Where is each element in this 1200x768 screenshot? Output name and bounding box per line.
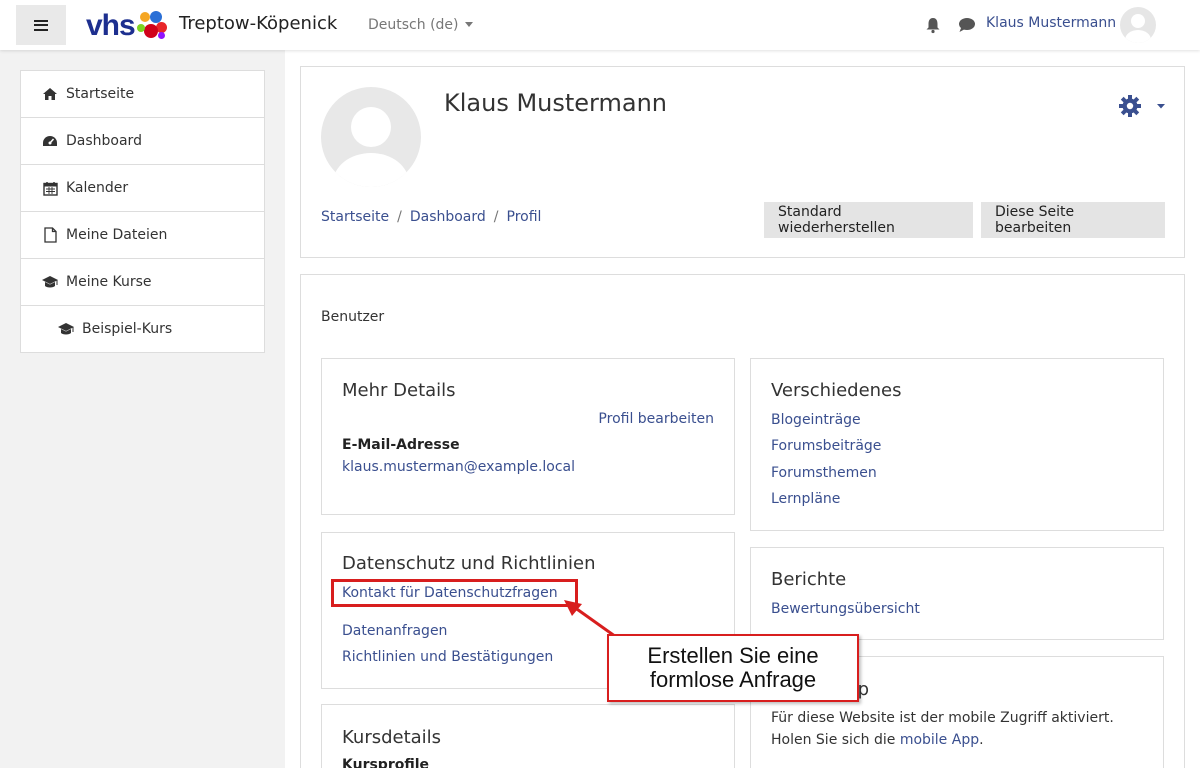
forum-topics-link[interactable]: Forumsthemen: [771, 465, 877, 481]
calendar-icon: [41, 180, 59, 196]
breadcrumb-dashboard[interactable]: Dashboard: [410, 209, 486, 225]
graduation-cap-icon: [41, 274, 59, 290]
sidebar-item-label: Meine Kurse: [66, 274, 152, 290]
menu-toggle-button[interactable]: [16, 5, 66, 45]
section-label: Benutzer: [321, 309, 385, 325]
site-name[interactable]: Treptow-Köpenick: [179, 13, 337, 34]
user-silhouette-icon: [333, 107, 409, 187]
card-title: p: [857, 679, 869, 700]
forum-posts-link[interactable]: Forumsbeiträge: [771, 438, 881, 454]
edit-page-button[interactable]: Diese Seite bearbeiten: [981, 202, 1165, 238]
mobile-app-text-prefix: Holen Sie sich die: [771, 732, 900, 748]
settings-menu[interactable]: [1118, 94, 1168, 118]
language-selector[interactable]: Deutsch (de): [368, 17, 473, 33]
card-title: Kursdetails: [342, 727, 442, 748]
edit-profile-link[interactable]: Profil bearbeiten: [598, 411, 714, 427]
reset-default-button[interactable]: Standard wiederherstellen: [764, 202, 973, 238]
blog-entries-link[interactable]: Blogeinträge: [771, 412, 861, 428]
chevron-down-icon: [464, 22, 473, 27]
mobile-access-text: Für diese Website ist der mobile Zugriff…: [771, 710, 1114, 726]
file-icon: [41, 227, 59, 243]
page-title: Klaus Mustermann: [444, 89, 668, 117]
sidebar-item-meine-kurse[interactable]: Meine Kurse: [21, 259, 264, 306]
callout-line-2: formlose Anfrage: [649, 667, 817, 692]
sidebar-item-label: Kalender: [66, 180, 129, 196]
email-link[interactable]: klaus.musterman@example.local: [342, 459, 575, 475]
data-requests-link[interactable]: Datenanfragen: [342, 623, 447, 639]
logo-dots-icon: [136, 10, 168, 42]
breadcrumb-profil[interactable]: Profil: [507, 209, 542, 225]
navbar: vhs Treptow-Köpenick Deutsch (de) Klaus …: [0, 0, 1200, 50]
policies-link[interactable]: Richtlinien und Bestätigungen: [342, 649, 553, 665]
breadcrumb-separator: /: [397, 209, 402, 225]
sidebar-item-dashboard[interactable]: Dashboard: [21, 118, 264, 165]
chevron-down-icon: [1157, 104, 1165, 109]
logo-text: vhs: [86, 9, 136, 42]
card-title: Berichte: [771, 569, 847, 590]
annotation-callout: Erstellen Sie eine formlose Anfrage: [607, 634, 859, 702]
language-label: Deutsch (de): [368, 17, 459, 33]
learning-plans-link[interactable]: Lernpläne: [771, 491, 840, 507]
reports-card: Berichte Bewertungsübersicht: [750, 547, 1164, 640]
card-title: Verschiedenes: [771, 380, 902, 401]
dashboard-icon: [41, 133, 59, 149]
sidebar-item-label: Beispiel-Kurs: [82, 321, 173, 337]
course-details-card: Kursdetails Kursprofile: [321, 704, 735, 768]
gear-icon: [1119, 95, 1141, 117]
home-icon: [41, 86, 59, 102]
sidebar-item-meine-dateien[interactable]: Meine Dateien: [21, 212, 264, 259]
breadcrumb-separator: /: [493, 209, 499, 225]
card-title: Datenschutz und Richtlinien: [342, 553, 596, 574]
profile-picture: [321, 87, 421, 187]
mobile-app-text-suffix: .: [979, 732, 984, 748]
course-profiles-label: Kursprofile: [342, 757, 430, 768]
mobile-app-link[interactable]: mobile App: [900, 732, 979, 748]
sidebar-item-label: Dashboard: [66, 133, 142, 149]
sidebar-item-kalender[interactable]: Kalender: [21, 165, 264, 212]
sidebar-item-startseite[interactable]: Startseite: [21, 71, 264, 118]
sidebar-item-beispiel-kurs[interactable]: Beispiel-Kurs: [21, 306, 264, 352]
user-menu[interactable]: Klaus Mustermann: [986, 15, 1116, 31]
mobile-app-text: Holen Sie sich die mobile App.: [771, 732, 984, 748]
highlight-box: [331, 579, 578, 607]
card-title: Mehr Details: [342, 380, 456, 401]
breadcrumb: Startseite / Dashboard / Profil: [321, 209, 541, 225]
bell-icon[interactable]: [924, 16, 942, 34]
details-card: Mehr Details Profil bearbeiten E-Mail-Ad…: [321, 358, 735, 515]
sidebar-item-label: Startseite: [66, 86, 135, 102]
avatar[interactable]: [1120, 7, 1156, 43]
breadcrumb-startseite[interactable]: Startseite: [321, 209, 389, 225]
menu-icon: [34, 19, 48, 31]
email-label: E-Mail-Adresse: [342, 437, 460, 453]
chat-icon[interactable]: [958, 17, 976, 33]
grades-overview-link[interactable]: Bewertungsübersicht: [771, 601, 920, 617]
sidebar-item-label: Meine Dateien: [66, 227, 168, 243]
misc-card: Verschiedenes Blogeinträge Forumsbeiträg…: [750, 358, 1164, 531]
graduation-cap-icon: [57, 321, 75, 337]
page-header: Klaus Mustermann Startseite / Dashboard …: [300, 66, 1185, 258]
sidebar: Startseite Dashboard Kalender Meine Date…: [20, 70, 265, 353]
site-logo[interactable]: vhs: [86, 9, 168, 43]
callout-line-1: Erstellen Sie eine: [647, 643, 819, 668]
